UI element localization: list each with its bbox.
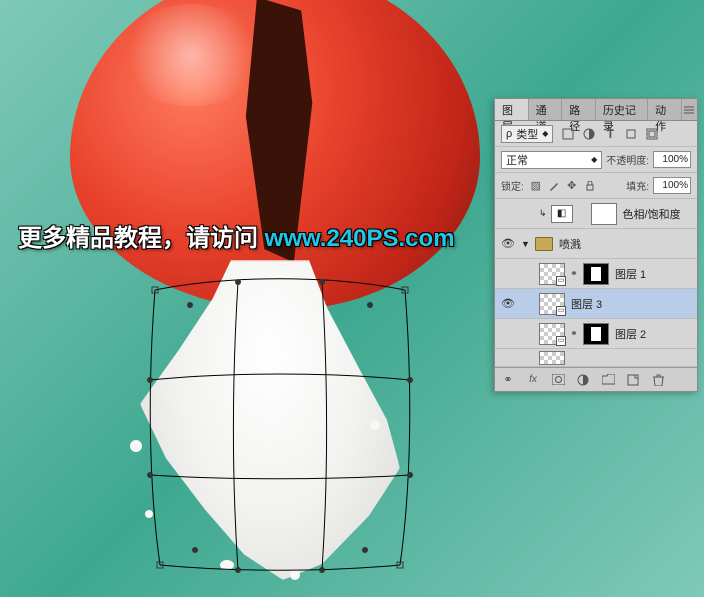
layer-name[interactable]: 图层 3 <box>569 296 602 312</box>
milk-splash <box>140 260 400 580</box>
layer-row-partial[interactable] <box>495 349 697 367</box>
layer-thumb[interactable]: ▭ <box>539 263 565 285</box>
lock-pixels-icon[interactable] <box>548 180 560 192</box>
layer-fx-icon[interactable]: fx <box>526 373 540 387</box>
layer-name[interactable]: 色相/饱和度 <box>621 206 681 222</box>
layer-mask-thumb[interactable] <box>583 323 609 345</box>
delete-layer-icon[interactable] <box>651 373 665 387</box>
new-adjustment-icon[interactable] <box>576 373 590 387</box>
layers-list: ↳ ◧ 色相/饱和度 👁 ▼ 喷溅 ▭ ⚭ 图层 1 👁 ▭ 图层 3 <box>495 199 697 367</box>
visibility-toggle[interactable]: 👁 <box>499 237 517 250</box>
folder-icon <box>535 237 553 251</box>
group-toggle-icon[interactable]: ▼ <box>521 239 531 249</box>
new-group-icon[interactable] <box>601 373 615 387</box>
layers-panel[interactable]: 图层 通道 路径 历史记录 动作 ρ类型◆ T 正常◆ 不透明度: 100% 锁… <box>494 98 698 392</box>
tab-history[interactable]: 历史记录 <box>596 99 648 120</box>
layer-name[interactable]: 图层 1 <box>613 266 646 282</box>
tab-actions[interactable]: 动作 <box>648 99 682 120</box>
panel-tabs: 图层 通道 路径 历史记录 动作 <box>495 99 697 121</box>
clip-indicator-icon: ↳ <box>539 208 547 219</box>
blend-mode-select[interactable]: 正常◆ <box>501 151 602 169</box>
add-mask-icon[interactable] <box>551 373 565 387</box>
fill-label: 填充: <box>626 178 649 193</box>
link-layers-icon[interactable]: ⚭ <box>501 373 515 387</box>
panel-footer: ⚭ fx <box>495 367 697 391</box>
tomato-highlight <box>119 4 263 106</box>
smartobject-badge-icon: ▭ <box>556 306 566 316</box>
filter-type-icon[interactable]: T <box>603 127 617 141</box>
layer-name[interactable]: 喷溅 <box>557 236 581 252</box>
layer-thumb[interactable]: ▭ <box>539 323 565 345</box>
lock-all-icon[interactable] <box>584 180 596 192</box>
watermark-text: 更多精品教程，请访问 www.240PS.com <box>18 218 455 253</box>
hue-saturation-icon: ◧ <box>551 205 573 223</box>
layer-row-adjustment[interactable]: ↳ ◧ 色相/饱和度 <box>495 199 697 229</box>
layer-mask-thumb[interactable] <box>591 203 617 225</box>
layer-thumb[interactable] <box>539 351 565 365</box>
blend-opacity-row: 正常◆ 不透明度: 100% <box>495 147 697 173</box>
tab-paths[interactable]: 路径 <box>562 99 596 120</box>
layer-row-layer3[interactable]: 👁 ▭ 图层 3 <box>495 289 697 319</box>
smartobject-badge-icon: ▭ <box>556 276 566 286</box>
fill-input[interactable]: 100% <box>653 177 691 194</box>
filter-kind-select[interactable]: ρ类型◆ <box>501 125 553 143</box>
layer-row-layer1[interactable]: ▭ ⚭ 图层 1 <box>495 259 697 289</box>
layer-filter-row: ρ类型◆ T <box>495 121 697 147</box>
opacity-label: 不透明度: <box>606 152 649 167</box>
layer-name[interactable]: 图层 2 <box>613 326 646 342</box>
panel-menu-icon[interactable] <box>682 99 697 120</box>
new-layer-icon[interactable] <box>626 373 640 387</box>
filter-pixel-icon[interactable] <box>561 127 575 141</box>
smartobject-badge-icon: ▭ <box>556 336 566 346</box>
filter-shape-icon[interactable] <box>624 127 638 141</box>
opacity-input[interactable]: 100% <box>653 151 691 168</box>
tab-layers[interactable]: 图层 <box>495 99 529 120</box>
visibility-toggle[interactable]: 👁 <box>499 297 517 310</box>
layer-mask-thumb[interactable] <box>583 263 609 285</box>
filter-smartobject-icon[interactable] <box>645 127 659 141</box>
watermark-cn: 更多精品教程，请访问 <box>18 225 265 252</box>
lock-fill-row: 锁定: ▨ ✥ 填充: 100% <box>495 173 697 199</box>
layer-row-group[interactable]: 👁 ▼ 喷溅 <box>495 229 697 259</box>
tab-channels[interactable]: 通道 <box>529 99 563 120</box>
watermark-url: www.240PS.com <box>265 225 455 252</box>
lock-label: 锁定: <box>501 178 524 193</box>
filter-adjustment-icon[interactable] <box>582 127 596 141</box>
mask-link-icon[interactable]: ⚭ <box>569 328 579 339</box>
tomato-stem <box>242 0 302 3</box>
lock-position-icon[interactable]: ✥ <box>566 180 578 192</box>
mask-link-icon[interactable]: ⚭ <box>569 268 579 279</box>
layer-row-layer2[interactable]: ▭ ⚭ 图层 2 <box>495 319 697 349</box>
layer-thumb[interactable]: ▭ <box>539 293 565 315</box>
lock-transparent-icon[interactable]: ▨ <box>530 180 542 192</box>
